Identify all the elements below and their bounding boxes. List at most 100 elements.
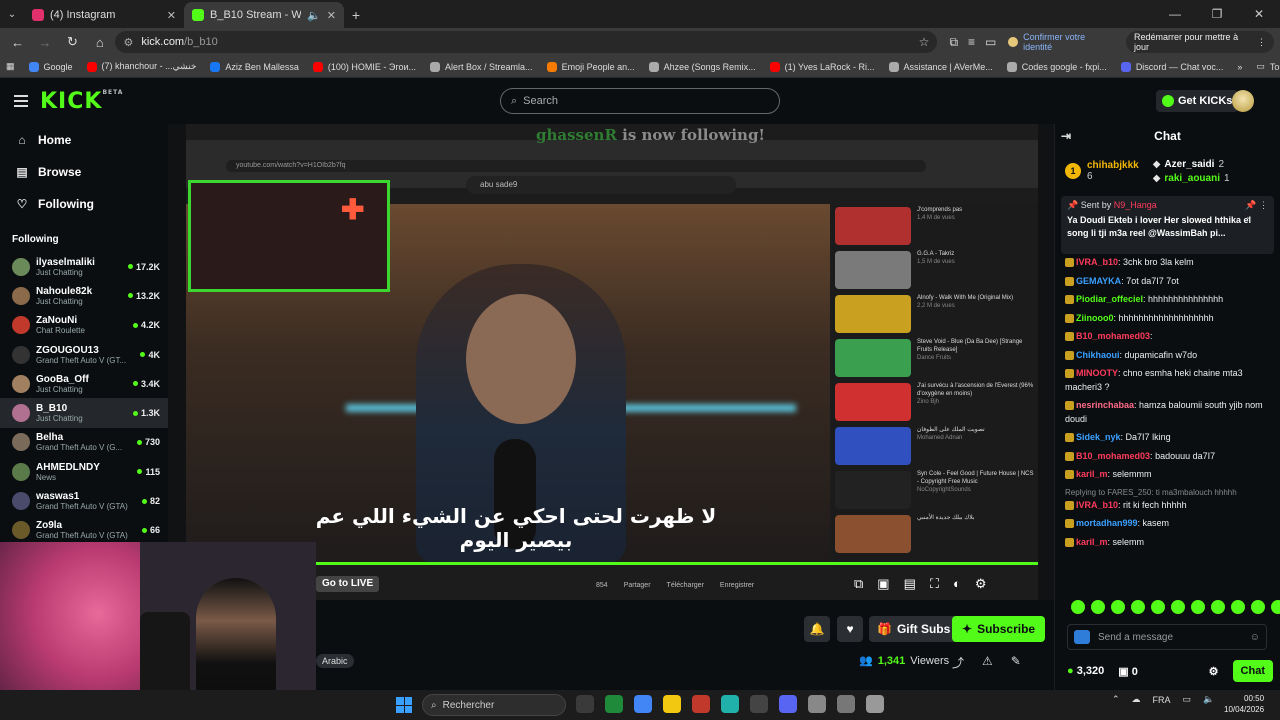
notifications-bell-icon[interactable]: 🔔 xyxy=(804,616,830,642)
taskbar-app-icon[interactable] xyxy=(721,695,739,713)
chat-message[interactable]: B10_mohamed03: xyxy=(1065,330,1270,344)
keyboard-language[interactable]: FRA xyxy=(1153,695,1171,705)
chat-message[interactable]: Replying to FARES_250: ti ma3mbalouch hh… xyxy=(1065,487,1270,513)
taskbar-app-icon[interactable] xyxy=(605,695,623,713)
bookmark-item[interactable]: Aziz Ben Mallessa xyxy=(210,61,299,72)
emote-icon[interactable] xyxy=(1091,600,1105,614)
bookmark-item[interactable]: Discord — Chat voc... xyxy=(1120,61,1223,72)
bookmark-item[interactable]: Codes google - fxpi... xyxy=(1006,61,1107,72)
more-icon[interactable]: ⋮ xyxy=(1257,37,1266,48)
follow-heart-icon[interactable]: ♥ xyxy=(837,616,863,642)
chat-message[interactable]: Ziinooo0: hhhhhhhhhhhhhhhhhhh xyxy=(1065,312,1270,326)
bookmark-item[interactable]: Emoji People an... xyxy=(546,61,635,72)
close-icon[interactable]: ✕ xyxy=(327,9,336,22)
clip-icon[interactable]: ▣ xyxy=(877,576,889,592)
taskbar-app-icon[interactable] xyxy=(576,695,594,713)
chat-username[interactable]: IVRA_b10 xyxy=(1076,500,1118,510)
emote-icon[interactable] xyxy=(1271,600,1280,614)
chat-username[interactable]: Sidek_nyk xyxy=(1076,432,1121,442)
emote-icon[interactable] xyxy=(1231,600,1245,614)
network-icon[interactable]: ▭ xyxy=(1183,694,1192,705)
chat-message[interactable]: Sidek_nyk: Da7I7 lking xyxy=(1065,431,1270,445)
taskbar-app-icon[interactable] xyxy=(837,695,855,713)
bookmark-item[interactable]: (100) HOMIE - Эгои... xyxy=(312,61,416,72)
bookmark-item[interactable]: Assistance | AVerMe... xyxy=(888,61,993,72)
pinned-message[interactable]: 📌 Sent by N9_Hanga Ya Doudi Ekteb i love… xyxy=(1061,196,1274,254)
volume-icon[interactable]: 🔈 xyxy=(1203,694,1214,705)
taskbar-app-icon[interactable] xyxy=(634,695,652,713)
maximize-icon[interactable]: ❐ xyxy=(1196,0,1238,28)
video-player[interactable]: youtube.com/watch?v=H1OIb2b7fq ghassenR … xyxy=(168,124,1054,600)
mod-icon[interactable]: ✎ xyxy=(1011,654,1021,671)
sidebar-channel-item[interactable]: waswas1 Grand Theft Auto V (GTA) 82 xyxy=(0,486,168,515)
theater-icon[interactable]: ▤ xyxy=(904,576,916,592)
sidebar-channel-item[interactable]: Nahoule82k Just Chatting 13.2K xyxy=(0,281,168,310)
more-bookmarks-icon[interactable]: » xyxy=(1237,62,1242,72)
sidebar-channel-item[interactable]: Belha Grand Theft Auto V (G... 730 xyxy=(0,428,168,457)
windows-start-icon[interactable] xyxy=(396,697,412,713)
sidebar-channel-item[interactable]: ZGOUGOU13 Grand Theft Auto V (GT... 4K xyxy=(0,340,168,369)
taskbar-app-icon[interactable] xyxy=(750,695,768,713)
bookmark-item[interactable]: Alert Box / Streamla... xyxy=(430,61,533,72)
gift-subs-button[interactable]: 🎁 Gift Subs xyxy=(869,616,959,642)
kick-logo[interactable]: KICKBETA xyxy=(40,89,123,114)
all-bookmarks-folder[interactable]: ▭ Tous les favoris xyxy=(1256,61,1280,72)
taskbar-app-icon[interactable] xyxy=(866,695,884,713)
chat-username[interactable]: B10_mohamed03 xyxy=(1076,331,1150,341)
emote-icon[interactable] xyxy=(1111,600,1125,614)
chat-message[interactable]: GEMAYKA: 7ot da7I7 7ot xyxy=(1065,275,1270,289)
report-icon[interactable]: ⚠ xyxy=(982,654,993,671)
sidebar-channel-item[interactable]: AHMEDLNDY News 115 xyxy=(0,457,168,486)
taskbar-search-input[interactable]: ⌕ Rechercher xyxy=(422,694,566,716)
cast-icon[interactable]: ▭ xyxy=(985,35,996,49)
chat-message[interactable]: nesrinchabaa: hamza baloumii south yjib … xyxy=(1065,399,1270,426)
media-icon[interactable]: ≡ xyxy=(968,35,975,49)
sidebar-channel-item[interactable]: Zo9la Grand Theft Auto V (GTA) 66 xyxy=(0,516,168,545)
chat-username[interactable]: IVRA_b10 xyxy=(1076,257,1118,267)
chat-message[interactable]: mortadhan999: kasem xyxy=(1065,517,1270,531)
taskbar-app-icon[interactable] xyxy=(808,695,826,713)
emote-icon[interactable] xyxy=(1251,600,1265,614)
chat-message[interactable]: B10_mohamed03: badouuu da7I7 xyxy=(1065,450,1270,464)
chat-message[interactable]: karil_m: selemmm xyxy=(1065,468,1270,482)
chat-message[interactable]: IVRA_b10: 3chk bro 3la kelm xyxy=(1065,256,1270,270)
taskbar-app-icon[interactable] xyxy=(692,695,710,713)
get-kicks-button[interactable]: Get KICKs xyxy=(1156,90,1239,112)
points-balance[interactable]: ▣ 0 xyxy=(1118,665,1138,678)
tab-instagram[interactable]: (4) Instagram ✕ xyxy=(24,2,184,28)
home-browser-icon[interactable]: ⌂ xyxy=(88,30,111,54)
quality-icon[interactable]: ◐ xyxy=(953,576,961,592)
bookmark-item[interactable]: (1) Yves LaRock - Ri... xyxy=(769,61,875,72)
more-icon[interactable]: ⋮ xyxy=(1259,200,1268,210)
sidebar-nav-browse[interactable]: ▤ Browse xyxy=(0,156,168,188)
pip-icon[interactable]: ⧉ xyxy=(854,576,863,592)
chat-username[interactable]: Piodiar_offeciel xyxy=(1076,294,1143,304)
chat-message[interactable]: Piodiar_offeciel: hhhhhhhhhhhhhhh xyxy=(1065,293,1270,307)
window-close-icon[interactable]: ✕ xyxy=(1238,0,1280,28)
emote-icon[interactable] xyxy=(1131,600,1145,614)
chat-username[interactable]: Chikhaoui xyxy=(1076,350,1120,360)
emote-icon[interactable] xyxy=(1151,600,1165,614)
bookmark-item[interactable]: Ahzee (Songs Remix... xyxy=(648,61,756,72)
bookmark-star-icon[interactable]: ☆ xyxy=(919,35,930,49)
sidebar-channel-item[interactable]: GooBa_Off Just Chatting 3.4K xyxy=(0,369,168,398)
chat-username[interactable]: karil_m xyxy=(1076,537,1108,547)
fullscreen-icon[interactable]: ⛶ xyxy=(930,576,939,592)
search-input[interactable]: ⌕ Search xyxy=(500,88,780,114)
send-chat-button[interactable]: Chat xyxy=(1232,660,1273,682)
unpin-icon[interactable]: 📌 xyxy=(1245,200,1256,210)
new-tab-button[interactable]: + xyxy=(344,2,368,28)
taskbar-app-icon[interactable] xyxy=(779,695,797,713)
chat-username[interactable]: MINOOTY xyxy=(1076,368,1118,378)
tab-kick-stream[interactable]: B_B10 Stream - Watch Live 🔈 ✕ xyxy=(184,2,344,28)
emote-icon[interactable] xyxy=(1191,600,1205,614)
collapse-chat-icon[interactable]: ⇥ xyxy=(1061,129,1071,143)
sidebar-channel-item[interactable]: ZaNouNi Chat Roulette 4.2K xyxy=(0,311,168,340)
subscribe-button[interactable]: ✦ Subscribe xyxy=(952,616,1046,642)
chat-settings-gear-icon[interactable]: ⚙ xyxy=(1209,665,1219,678)
chat-username[interactable]: mortadhan999 xyxy=(1076,518,1138,528)
sidebar-channel-item[interactable]: ilyaselmaliki Just Chatting 17.2K xyxy=(0,252,168,281)
chat-message-input[interactable]: Send a message ☺ xyxy=(1067,624,1267,650)
extensions-icon[interactable]: ⧉ xyxy=(949,35,958,50)
emote-icon[interactable] xyxy=(1071,600,1085,614)
